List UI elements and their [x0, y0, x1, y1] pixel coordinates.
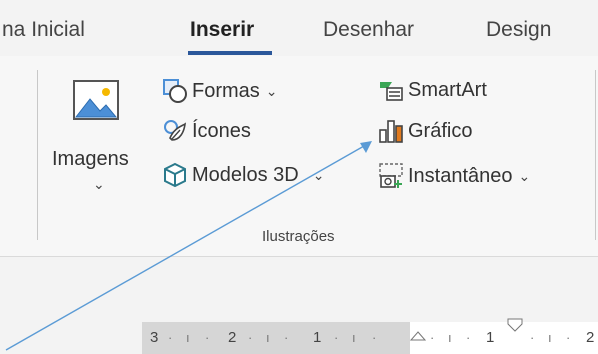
- tab-insert[interactable]: Inserir: [190, 18, 254, 42]
- chevron-down-icon[interactable]: ⌄: [93, 176, 105, 193]
- group-divider-right: [595, 70, 596, 240]
- ruler-tick: ı: [186, 330, 190, 345]
- ruler-tick: ·: [372, 330, 377, 345]
- tab-draw[interactable]: Desenhar: [323, 18, 414, 42]
- models-3d-label: Modelos 3D: [192, 163, 299, 186]
- shapes-label: Formas: [192, 79, 260, 102]
- chart-icon: [379, 120, 403, 143]
- models-3d-button[interactable]: Modelos 3D ⌄: [162, 162, 324, 188]
- chevron-down-icon: ⌄: [265, 82, 278, 99]
- screenshot-icon: [379, 163, 403, 188]
- group-divider-left: [37, 70, 38, 240]
- ruler-number: 1: [486, 329, 495, 346]
- ruler-tick: ı: [448, 330, 452, 345]
- ruler-tick: ı: [266, 330, 270, 345]
- chevron-down-icon[interactable]: ⌄: [313, 167, 325, 184]
- chart-label: Gráfico: [408, 119, 473, 142]
- ruler-number: 2: [228, 329, 237, 346]
- ruler-tick: ·: [334, 330, 339, 345]
- tab-home[interactable]: na Inicial: [2, 18, 85, 42]
- shapes-icon: [163, 79, 187, 103]
- ruler-margin-area: [142, 322, 410, 354]
- models-3d-icon: [164, 162, 186, 188]
- ruler-tick: ·: [284, 330, 289, 345]
- word-window: na Inicial Inserir Desenhar Design Image…: [0, 0, 598, 354]
- tab-design[interactable]: Design: [486, 18, 551, 42]
- ruler-tick: ·: [205, 330, 210, 345]
- screenshot-label: Instantâneo: [408, 164, 513, 187]
- icons-button[interactable]: Ícones: [162, 118, 251, 144]
- ruler-tick: ·: [566, 330, 571, 345]
- shapes-button[interactable]: Formas ⌄: [162, 78, 278, 104]
- smartart-icon: [380, 82, 403, 101]
- ruler-tick: ·: [466, 330, 471, 345]
- chart-button[interactable]: Gráfico: [378, 118, 472, 144]
- document-area-top: [0, 256, 598, 319]
- smartart-label: SmartArt: [408, 78, 487, 101]
- ruler-tick: ·: [248, 330, 253, 345]
- first-line-indent-marker[interactable]: [507, 318, 523, 336]
- active-tab-indicator: [188, 51, 272, 55]
- ruler-tick: ·: [430, 330, 435, 345]
- ruler-tick: ı: [548, 330, 552, 345]
- ruler-tick: ·: [168, 330, 173, 345]
- ruler-number: 2: [586, 329, 595, 346]
- images-label: Imagens: [52, 148, 129, 170]
- icons-icon: [164, 120, 187, 141]
- illustrations-group-label: Ilustrações: [262, 228, 335, 245]
- ribbon-tab-bar: na Inicial Inserir Desenhar Design: [0, 0, 598, 55]
- smartart-button[interactable]: SmartArt: [378, 78, 487, 102]
- ruler-number: 1: [313, 329, 322, 346]
- screenshot-button[interactable]: Instantâneo ⌄: [378, 162, 530, 190]
- icons-label: Ícones: [192, 119, 251, 142]
- left-indent-marker[interactable]: [410, 330, 426, 344]
- chevron-down-icon: ⌄: [518, 167, 531, 184]
- images-icon: [73, 80, 119, 120]
- ruler-tick: ·: [530, 330, 535, 345]
- ruler-tick: ı: [352, 330, 356, 345]
- ruler-number: 3: [150, 329, 159, 346]
